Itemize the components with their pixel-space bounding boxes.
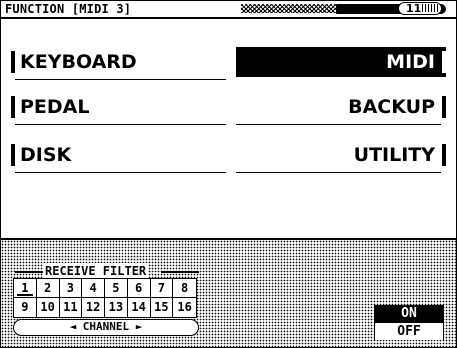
channel-selector[interactable]: ◄ CHANNEL ► — [13, 319, 199, 336]
receive-filter-rule-left — [15, 271, 45, 273]
menu-underline — [236, 172, 441, 173]
receive-filter-label: RECEIVE FILTER — [43, 263, 149, 279]
channel-cell[interactable]: 6 — [127, 279, 151, 298]
channel-cell[interactable]: 16 — [173, 298, 196, 317]
header-divider — [1, 17, 456, 19]
channel-cell[interactable]: 2 — [36, 279, 60, 298]
channel-cell[interactable]: 7 — [150, 279, 174, 298]
menu-item-label: BACKUP — [348, 96, 435, 118]
lcd-screen: FUNCTION [MIDI 3] 11 KEYBOARD PEDAL DISK… — [0, 0, 457, 348]
menu-underline — [236, 124, 441, 125]
channel-cell[interactable]: 10 — [37, 298, 60, 317]
channel-cell[interactable]: 12 — [82, 298, 105, 317]
menu-underline — [15, 124, 226, 125]
menu-item-utility[interactable]: UTILITY — [236, 140, 446, 173]
menu-marker — [442, 51, 446, 73]
page-number: 11 — [406, 2, 422, 15]
channel-cell[interactable]: 3 — [59, 279, 83, 298]
on-off-selector: ON OFF — [374, 305, 444, 340]
menu-underline — [15, 172, 226, 173]
channel-cell[interactable]: 8 — [173, 279, 196, 298]
off-button[interactable]: OFF — [375, 322, 443, 340]
page-title: FUNCTION [MIDI 3] — [5, 2, 132, 16]
receive-filter-rule-right — [161, 271, 199, 273]
header-bar: FUNCTION [MIDI 3] 11 — [1, 1, 456, 17]
menu-marker — [11, 144, 15, 166]
menu-item-label: PEDAL — [20, 96, 90, 118]
channel-cell[interactable]: 1 — [14, 279, 37, 298]
menu-item-label: KEYBOARD — [20, 51, 137, 73]
channel-cell[interactable]: 4 — [82, 279, 105, 298]
menu-item-backup[interactable]: BACKUP — [236, 92, 446, 125]
header-stipple-pattern — [241, 4, 336, 13]
channel-cell[interactable]: 15 — [151, 298, 174, 317]
menu-marker — [442, 96, 446, 118]
channel-cell[interactable]: 11 — [60, 298, 83, 317]
menu-item-keyboard[interactable]: KEYBOARD — [11, 47, 226, 80]
menu-underline — [15, 79, 226, 80]
page-number-badge: 11 — [398, 2, 442, 15]
menu-marker — [11, 96, 15, 118]
page-ticks-icon — [422, 4, 438, 12]
menu-item-pedal[interactable]: PEDAL — [11, 92, 226, 125]
channel-cell[interactable]: 5 — [105, 279, 128, 298]
channel-cell[interactable]: 13 — [105, 298, 128, 317]
channel-grid: 1 2 3 4 5 6 7 8 9 10 11 12 13 14 15 16 — [13, 278, 197, 318]
menu-item-disk[interactable]: DISK — [11, 140, 226, 173]
channel-cell[interactable]: 14 — [128, 298, 151, 317]
menu-item-label: UTILITY — [353, 144, 435, 166]
menu-item-midi[interactable]: MIDI — [236, 47, 446, 77]
on-button[interactable]: ON — [375, 306, 443, 322]
menu-marker — [442, 144, 446, 166]
channel-cell[interactable]: 9 — [14, 298, 37, 317]
channel-selector-label: ◄ CHANNEL ► — [69, 320, 143, 333]
menu-marker — [11, 51, 15, 73]
menu-item-label: DISK — [20, 144, 72, 166]
menu-item-label: MIDI — [386, 51, 435, 73]
